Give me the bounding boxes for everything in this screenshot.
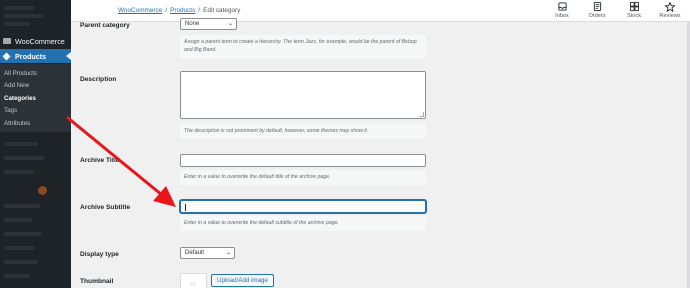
annotation-arrow bbox=[66, 116, 176, 207]
